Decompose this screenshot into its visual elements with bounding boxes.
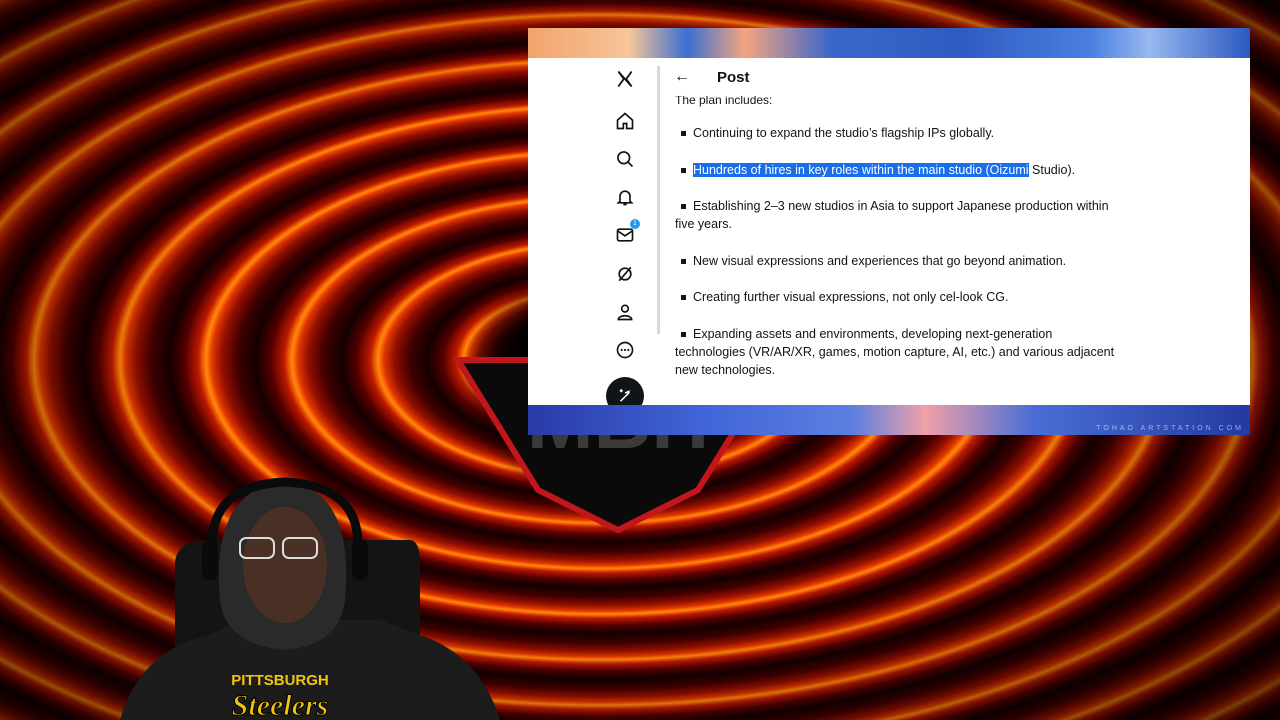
list-item-text: New visual expressions and experiences t… <box>693 254 1067 268</box>
feather-plus-icon <box>619 389 631 402</box>
profile-icon[interactable] <box>614 301 636 323</box>
home-icon[interactable] <box>614 110 636 132</box>
bullet <box>681 131 686 136</box>
list-item-text: Continuing to expand the studio’s flagsh… <box>693 126 995 140</box>
shirt-text-main: Steelers <box>232 689 329 720</box>
x-sidebar: 1 <box>528 58 658 405</box>
more-options-icon[interactable] <box>614 339 636 361</box>
list-item: Establishing 2–3 new studios in Asia to … <box>675 197 1115 233</box>
list-item-text: Expanding assets and environments, devel… <box>675 327 1115 377</box>
back-arrow-icon[interactable]: ← <box>674 68 690 86</box>
browser-panel: 1 The plan includes: Continuing to expan… <box>528 28 1250 435</box>
post-header: ← Post <box>668 58 1238 96</box>
sidebar-scrollbar[interactable] <box>657 66 660 334</box>
panel-bottom-banner: TOHAO ARTSTATION COM <box>528 405 1250 435</box>
list-item: Creating further visual expressions, not… <box>675 288 1115 306</box>
bullet <box>681 204 686 209</box>
list-item-text: Establishing 2–3 new studios in Asia to … <box>675 199 1109 231</box>
shirt-text-top: PITTSBURGH <box>231 672 329 689</box>
webcam-streamer: PITTSBURGH Steelers <box>120 477 500 720</box>
grok-icon[interactable] <box>614 263 636 285</box>
x-logo-icon[interactable] <box>614 68 636 90</box>
list-item: Continuing to expand the studio’s flagsh… <box>675 124 1115 142</box>
list-item: Expanding assets and environments, devel… <box>675 325 1115 379</box>
bullet <box>681 259 686 264</box>
panel-top-banner <box>528 28 1250 58</box>
bullet <box>681 295 686 300</box>
message-badge: 1 <box>630 219 640 229</box>
notifications-bell-icon[interactable] <box>614 186 636 208</box>
bullet <box>681 332 686 337</box>
list-item-text: Creating further visual expressions, not… <box>693 290 1009 304</box>
messages-icon[interactable]: 1 <box>614 219 640 246</box>
search-icon[interactable] <box>614 148 636 170</box>
text-selection[interactable]: Hundreds of hires in key roles within th… <box>693 163 1029 177</box>
bullet <box>681 168 686 173</box>
list-item: New visual expressions and experiences t… <box>675 252 1115 270</box>
list-item-text: Studio). <box>1028 163 1076 177</box>
list-item-highlighted: Hundreds of hires in key roles within th… <box>675 161 1115 179</box>
page-title: Post <box>717 69 750 86</box>
watermark: TOHAO ARTSTATION COM <box>1096 425 1244 432</box>
